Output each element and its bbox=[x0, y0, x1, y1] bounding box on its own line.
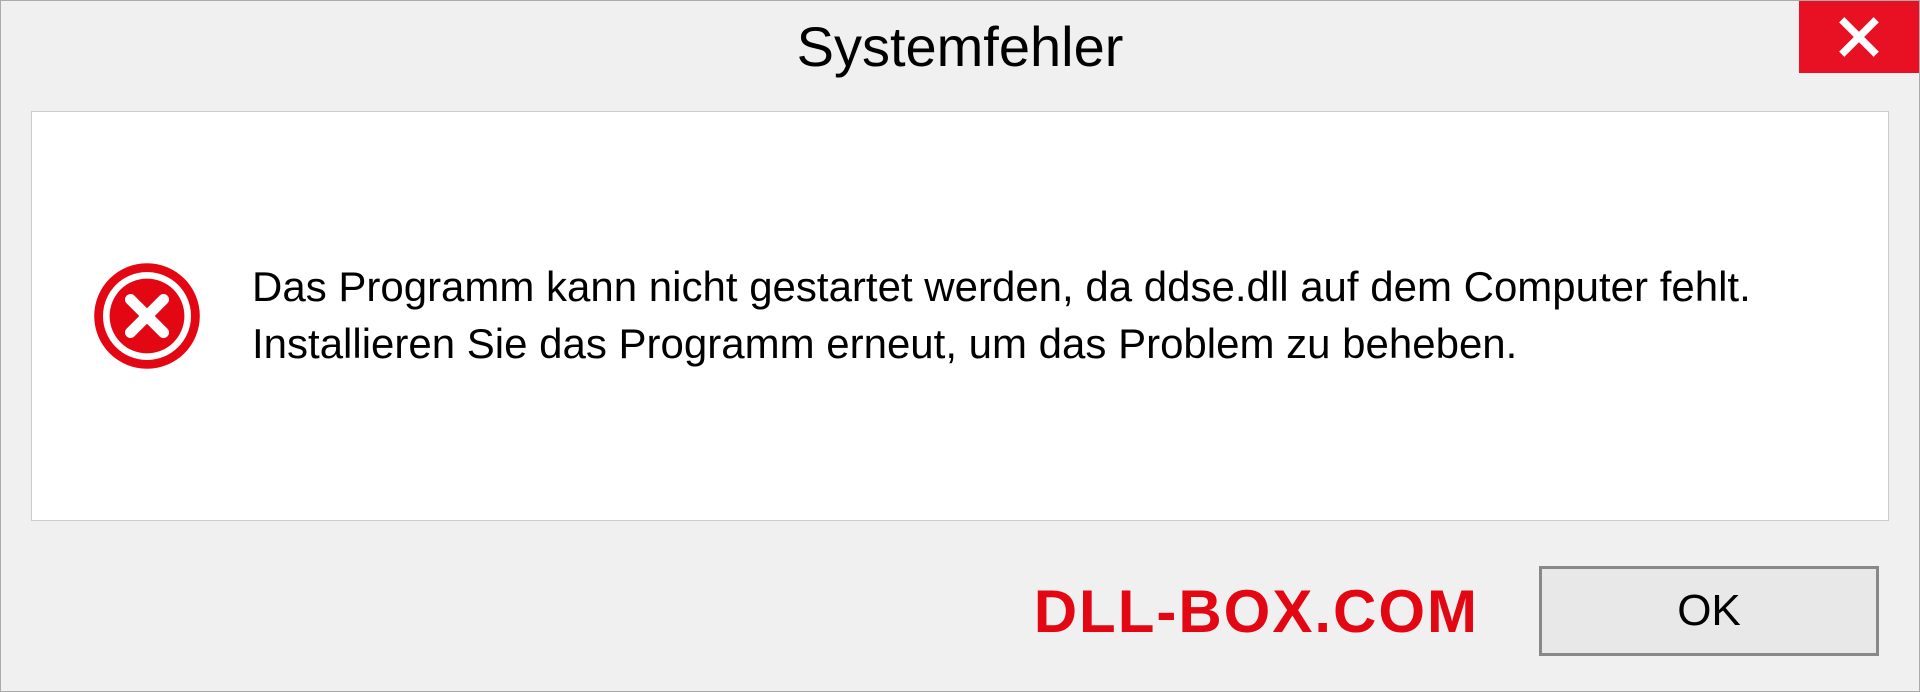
dialog-footer: DLL-BOX.COM OK bbox=[1, 551, 1919, 691]
ok-button[interactable]: OK bbox=[1539, 566, 1879, 656]
error-icon bbox=[92, 261, 202, 371]
titlebar: Systemfehler bbox=[1, 1, 1919, 91]
close-button[interactable] bbox=[1799, 1, 1919, 73]
error-dialog: Systemfehler Das Programm kann nicht ges… bbox=[0, 0, 1920, 692]
content-panel: Das Programm kann nicht gestartet werden… bbox=[31, 111, 1889, 521]
error-message: Das Programm kann nicht gestartet werden… bbox=[252, 259, 1828, 372]
watermark-text: DLL-BOX.COM bbox=[1034, 577, 1479, 646]
dialog-title: Systemfehler bbox=[797, 14, 1124, 79]
close-icon bbox=[1837, 15, 1881, 59]
